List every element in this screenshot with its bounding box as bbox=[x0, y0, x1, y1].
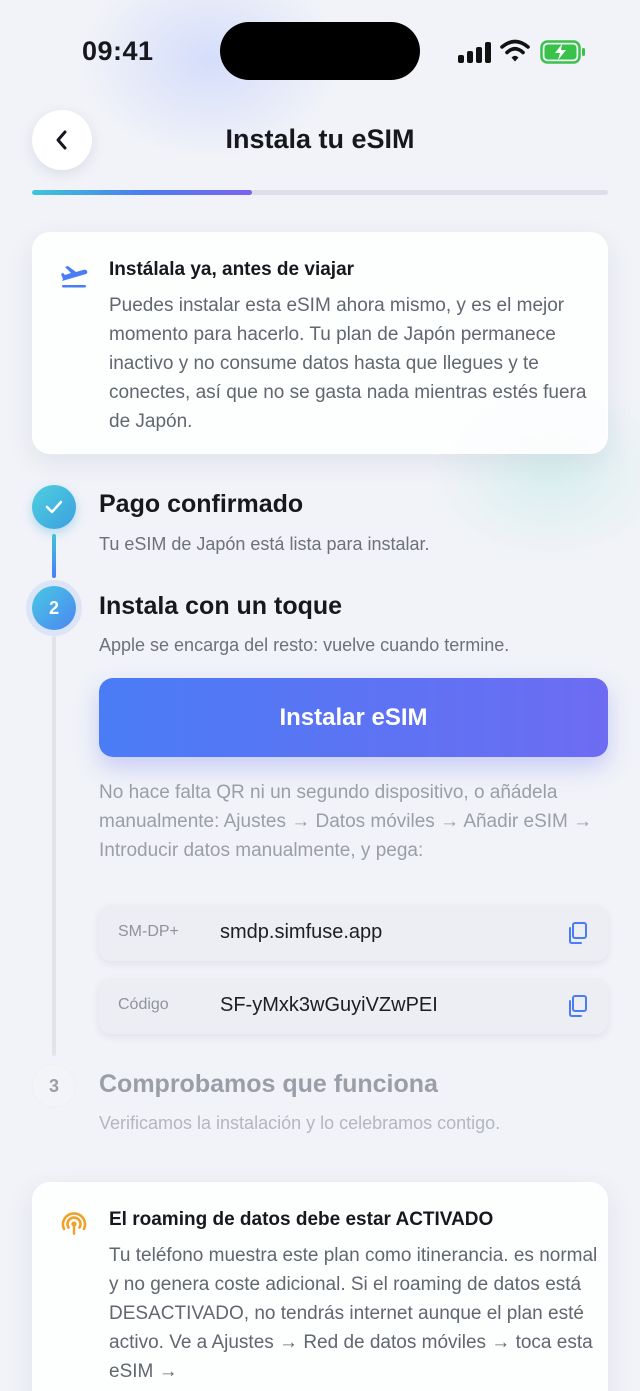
step-2-subtitle: Apple se encarga del resto: vuelve cuand… bbox=[99, 635, 510, 655]
smdp-value: smdp.simfuse.app bbox=[220, 921, 383, 943]
info-card-title: Instálala ya, antes de viajar bbox=[109, 259, 355, 280]
airplane-departure-icon bbox=[61, 266, 88, 288]
battery-charging-icon bbox=[540, 40, 585, 64]
step-3-subtitle: Verificamos la instalación y lo celebram… bbox=[99, 1113, 501, 1133]
smdp-label: SM-DP+ bbox=[118, 923, 179, 940]
status-bar: 09:41 bbox=[0, 0, 640, 100]
roaming-warning-card: El roaming de datos debe estar ACTIVADO … bbox=[32, 1182, 608, 1391]
wifi-icon bbox=[500, 39, 530, 62]
manual-install-instructions: No hace falta QR ni un segundo dispositi… bbox=[99, 782, 593, 861]
step-3-pending-badge: 3 bbox=[32, 1064, 76, 1108]
step-2-active-badge: 2 bbox=[32, 586, 76, 630]
roaming-signal-icon bbox=[61, 1212, 87, 1235]
step-2-title: Instala con un toque bbox=[99, 592, 343, 620]
step-3-number: 3 bbox=[48, 1075, 59, 1096]
progress-fill bbox=[32, 190, 252, 195]
step-2-number: 2 bbox=[48, 597, 59, 618]
info-card-body: Puedes instalar esta eSIM ahora mismo, y… bbox=[109, 295, 587, 432]
roaming-card-body: Tu teléfono muestra este plan como itine… bbox=[109, 1245, 598, 1382]
copy-icon[interactable] bbox=[566, 921, 588, 945]
activation-code-field: Código SF-yMxk3wGuyiVZwPEI bbox=[99, 978, 608, 1034]
progress-bar bbox=[32, 190, 608, 195]
cellular-signal-icon bbox=[458, 41, 492, 63]
smdp-field: SM-DP+ smdp.simfuse.app bbox=[99, 905, 608, 961]
activation-code-label: Código bbox=[118, 996, 169, 1013]
status-time: 09:41 bbox=[82, 36, 154, 66]
step-1-done-badge bbox=[32, 485, 76, 529]
install-esim-button[interactable]: Instalar eSIM bbox=[99, 678, 608, 757]
step-connector bbox=[52, 636, 56, 1056]
pre-travel-info-card: Instálala ya, antes de viajar Puedes ins… bbox=[32, 232, 608, 454]
step-1-subtitle: Tu eSIM de Japón está lista para instala… bbox=[99, 534, 430, 554]
dynamic-island bbox=[220, 22, 420, 80]
step-connector bbox=[52, 534, 56, 578]
activation-code-value: SF-yMxk3wGuyiVZwPEI bbox=[220, 994, 438, 1016]
step-3-title: Comprobamos que funciona bbox=[99, 1070, 438, 1098]
roaming-card-title: El roaming de datos debe estar ACTIVADO bbox=[109, 1209, 494, 1230]
checkmark-icon bbox=[45, 500, 63, 514]
step-1-title: Pago confirmado bbox=[99, 490, 304, 518]
page-title: Instala tu eSIM bbox=[225, 124, 415, 154]
copy-icon[interactable] bbox=[566, 994, 588, 1018]
